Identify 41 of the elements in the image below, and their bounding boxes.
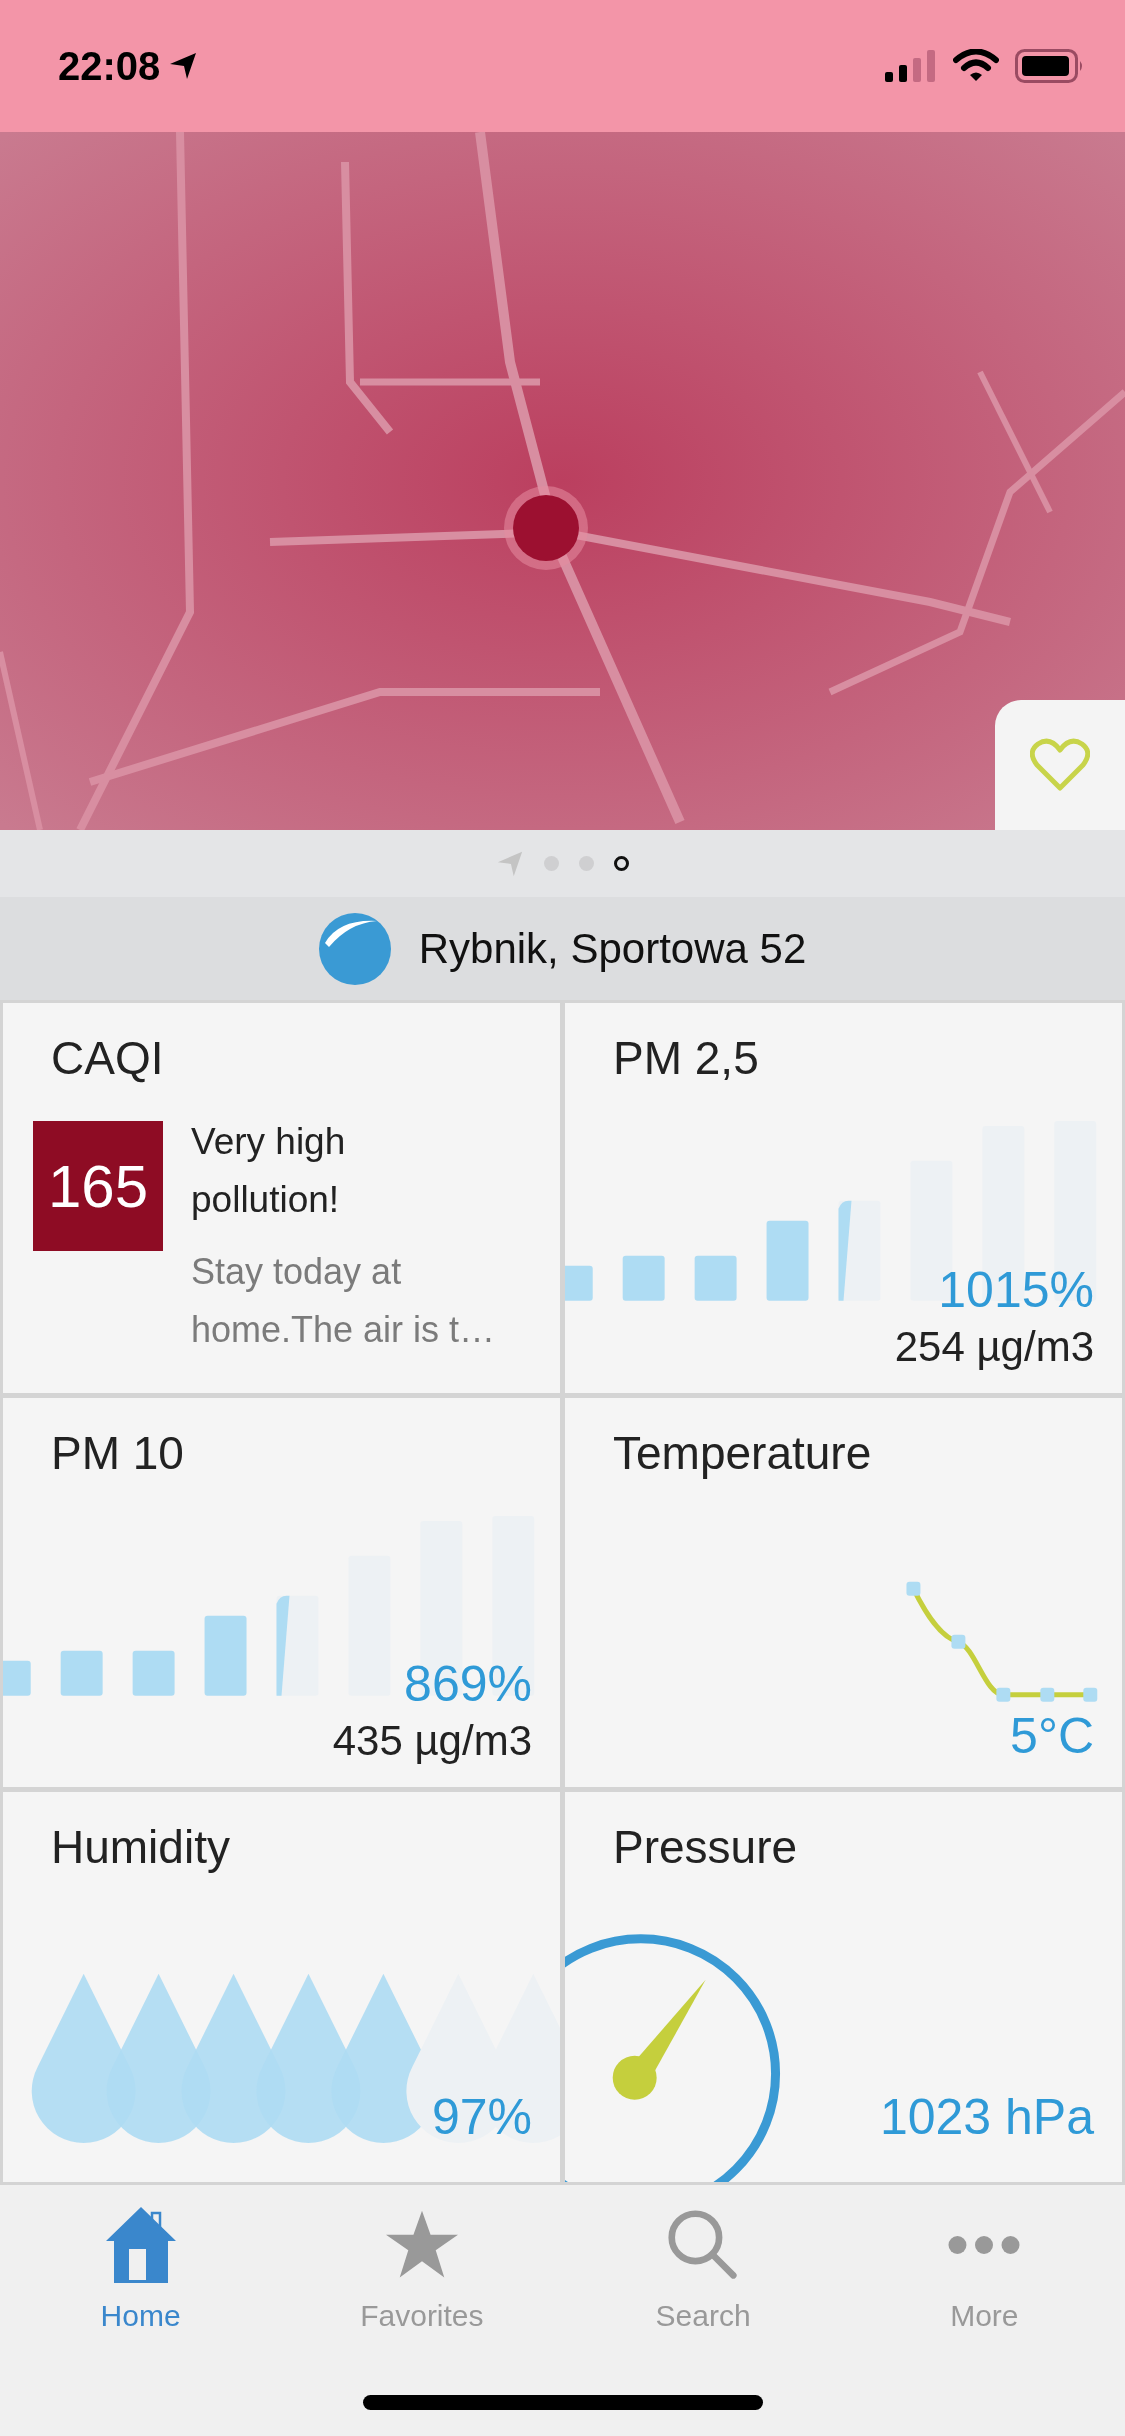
caqi-index: 165: [33, 1121, 163, 1251]
more-icon: [948, 2236, 1020, 2254]
favorite-button[interactable]: [995, 700, 1125, 830]
card-title: Temperature: [613, 1425, 872, 1480]
clock-time: 22:08: [58, 43, 161, 89]
signal-icon: [885, 50, 937, 82]
sensor-card[interactable]: Humidity 97%: [3, 1792, 560, 2182]
chart-bar: [694, 1255, 737, 1301]
sensor-card[interactable]: PM 10 869% 435 µg/m3: [3, 1397, 560, 1788]
card-title: Humidity: [51, 1820, 230, 1875]
sensor-card[interactable]: PM 2,5 1015% 254 µg/m3: [565, 1003, 1122, 1393]
reading-value: 5°C: [1010, 1707, 1094, 1766]
card-title: Pressure: [613, 1820, 798, 1875]
chart-bar: [3, 1660, 31, 1696]
wifi-icon: [953, 49, 999, 83]
norm-percent: 1015%: [938, 1260, 1094, 1319]
heart-icon: [1030, 738, 1090, 792]
pollution-level: Very high pollution!: [191, 1120, 347, 1222]
location-page-icon[interactable]: [496, 849, 524, 878]
sensor-card[interactable]: Pressure 1023 hPa: [565, 1792, 1122, 2182]
house-icon: [104, 2207, 177, 2283]
location-arrow-icon: [168, 51, 199, 81]
battery-icon: [1015, 49, 1085, 83]
norm-percent: 869%: [404, 1655, 532, 1714]
chart-bar: [565, 1265, 593, 1301]
sensor-card[interactable]: CAQI 165 Very high pollution! Stay today at home.The air is t…: [3, 1003, 560, 1393]
concentration: 254 µg/m3: [894, 1322, 1094, 1371]
card-title: CAQI: [51, 1031, 164, 1085]
advice-text: Stay today at home.The air is t…: [191, 1250, 497, 1352]
chart-bar: [132, 1650, 175, 1696]
logo-icon: [318, 912, 391, 985]
reading-value: 97%: [431, 2088, 532, 2146]
chart-bar: [60, 1650, 103, 1696]
concentration: 435 µg/m3: [332, 1717, 532, 1766]
chart-bar: [622, 1255, 665, 1301]
page-dot[interactable]: [614, 856, 629, 871]
location-name: Rybnik, Sportowa 52: [418, 924, 807, 973]
reading-value: 1023 hPa: [879, 2088, 1094, 2146]
card-title: PM 10: [51, 1425, 184, 1480]
card-title: PM 2,5: [613, 1031, 759, 1085]
sensor-card[interactable]: Temperature 5°C: [565, 1397, 1122, 1788]
